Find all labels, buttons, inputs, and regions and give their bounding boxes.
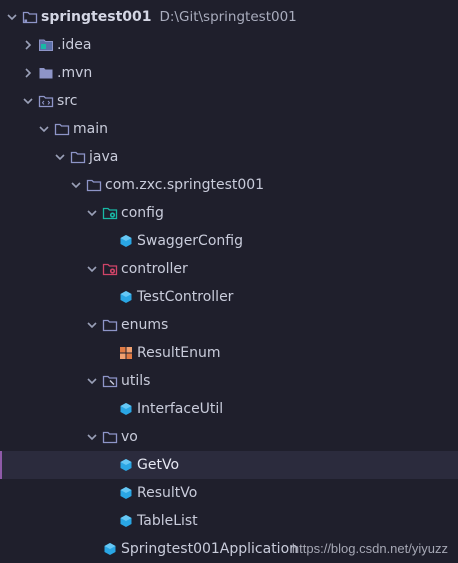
tree-row-src[interactable]: src [0, 87, 458, 115]
chevron-down-icon[interactable] [68, 177, 84, 193]
tree-row-tablelist[interactable]: TableList [0, 507, 458, 535]
tree-item-label: SwaggerConfig [137, 233, 243, 249]
folder-icon [102, 317, 118, 333]
tree-item-label: TestController [137, 289, 234, 305]
tree-item-label: ResultVo [137, 485, 198, 501]
tree-item-label: main [73, 121, 108, 137]
chevron-right-icon[interactable] [20, 65, 36, 81]
source-folder-icon [38, 93, 54, 109]
tree-item-label: config [121, 205, 164, 221]
java-class-icon [118, 233, 134, 249]
chevron-down-icon[interactable] [84, 261, 100, 277]
tree-item-label: com.zxc.springtest001 [105, 177, 265, 193]
tree-row-enums[interactable]: enums [0, 311, 458, 339]
watermark-text: https://blog.csdn.net/yiyuzz [291, 541, 448, 556]
folder-icon [102, 429, 118, 445]
tree-row-java[interactable]: java [0, 143, 458, 171]
controller-folder-icon [102, 261, 118, 277]
project-name: springtest001 [41, 9, 152, 25]
chevron-right-icon[interactable] [20, 37, 36, 53]
java-class-icon [118, 485, 134, 501]
tree-row-config[interactable]: config [0, 199, 458, 227]
tree-item-label: vo [121, 429, 138, 445]
tree-row-resultvo[interactable]: ResultVo [0, 479, 458, 507]
chevron-down-icon[interactable] [52, 149, 68, 165]
java-class-icon [118, 289, 134, 305]
tree-row-project-root[interactable]: springtest001 D:\Git\springtest001 [0, 3, 458, 31]
tree-item-label: Springtest001Application [121, 541, 299, 557]
java-class-icon [118, 401, 134, 417]
tree-row-idea[interactable]: .idea [0, 31, 458, 59]
tree-row-resultenum[interactable]: ResultEnum [0, 339, 458, 367]
tree-item-label: GetVo [137, 457, 180, 473]
tree-row-package[interactable]: com.zxc.springtest001 [0, 171, 458, 199]
chevron-down-icon[interactable] [84, 373, 100, 389]
chevron-down-icon[interactable] [84, 429, 100, 445]
tree-row-testcontroller[interactable]: TestController [0, 283, 458, 311]
tree-item-label: ResultEnum [137, 345, 221, 361]
package-folder-icon [86, 177, 102, 193]
chevron-down-icon[interactable] [20, 93, 36, 109]
tree-item-label: .idea [57, 37, 92, 53]
folder-icon [54, 121, 70, 137]
java-class-icon [118, 457, 134, 473]
folder-icon [70, 149, 86, 165]
tree-row-swaggerconfig[interactable]: SwaggerConfig [0, 227, 458, 255]
idea-folder-icon [38, 37, 54, 53]
chevron-down-icon[interactable] [4, 9, 20, 25]
tree-item-label: src [57, 93, 78, 109]
tree-item-label: java [89, 149, 119, 165]
folder-icon [38, 65, 54, 81]
tree-item-label: InterfaceUtil [137, 401, 224, 417]
tree-row-utils[interactable]: utils [0, 367, 458, 395]
chevron-down-icon[interactable] [36, 121, 52, 137]
tree-row-controller[interactable]: controller [0, 255, 458, 283]
tree-row-interfaceutil[interactable]: InterfaceUtil [0, 395, 458, 423]
java-class-icon [102, 541, 118, 557]
chevron-down-icon[interactable] [84, 205, 100, 221]
tree-row-vo[interactable]: vo [0, 423, 458, 451]
tree-item-label: TableList [137, 513, 198, 529]
tree-item-label: enums [121, 317, 169, 333]
utils-folder-icon [102, 373, 118, 389]
tree-item-label: controller [121, 261, 188, 277]
project-folder-icon [22, 9, 38, 25]
tree-row-getvo[interactable]: GetVo [0, 451, 458, 479]
tree-row-mvn[interactable]: .mvn [0, 59, 458, 87]
tree-row-main[interactable]: main [0, 115, 458, 143]
tree-item-label: utils [121, 373, 151, 389]
enum-icon [118, 345, 134, 361]
java-class-icon [118, 513, 134, 529]
chevron-down-icon[interactable] [84, 317, 100, 333]
project-path: D:\Git\springtest001 [159, 9, 297, 25]
config-folder-icon [102, 205, 118, 221]
tree-item-label: .mvn [57, 65, 93, 81]
project-tree: springtest001 D:\Git\springtest001 .idea… [0, 0, 458, 563]
